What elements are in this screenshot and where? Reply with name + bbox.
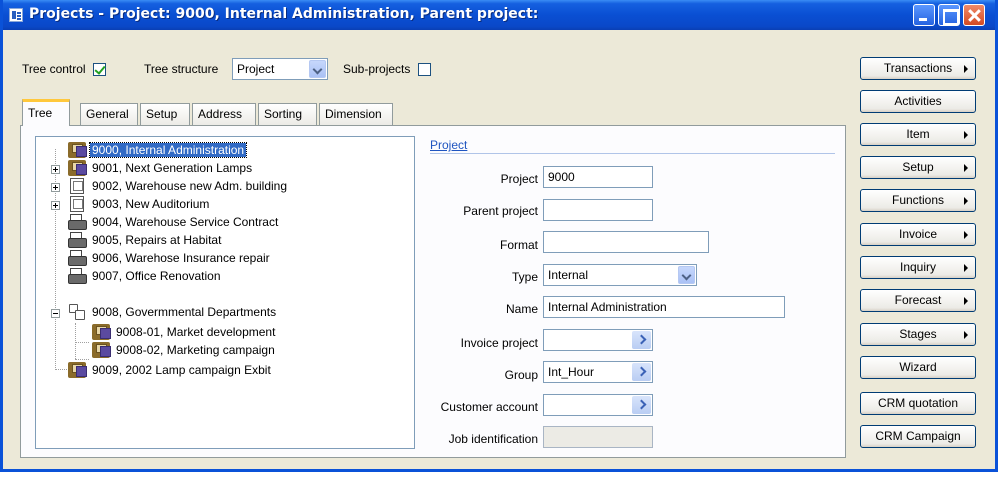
title-bar[interactable]: Projects - Project: 9000, Internal Admin…: [3, 0, 995, 30]
functions-button[interactable]: Functions: [860, 189, 976, 212]
customer-account-input[interactable]: [543, 394, 653, 416]
tree-item[interactable]: 9005, Repairs at Habitat: [68, 231, 223, 249]
tree-item[interactable]: 9008-02, Marketing campaign: [92, 341, 277, 359]
tree-item[interactable]: 9002, Warehouse new Adm. building: [68, 177, 289, 195]
setup-button[interactable]: Setup: [860, 156, 976, 179]
expand-icon[interactable]: [51, 183, 60, 192]
tab-address[interactable]: Address: [192, 103, 256, 125]
group-label: Group: [504, 368, 538, 382]
lookup-icon[interactable]: [632, 363, 651, 381]
project-group-title: Project: [430, 138, 468, 152]
name-label: Name: [505, 302, 538, 316]
project-folder-icon: [92, 324, 111, 340]
tree-item[interactable]: 9001, Next Generation Lamps: [68, 159, 254, 177]
form-icon: [9, 8, 23, 22]
group-input[interactable]: Int_Hour: [543, 361, 653, 383]
tree-connector: [75, 359, 89, 360]
expand-icon[interactable]: [51, 201, 60, 210]
tree-connector: [75, 342, 89, 343]
format-input[interactable]: [543, 231, 709, 253]
lookup-icon[interactable]: [632, 331, 651, 349]
expand-icon[interactable]: [51, 165, 60, 174]
minimize-button[interactable]: [913, 4, 935, 26]
parent-project-input[interactable]: [543, 199, 653, 221]
printer-icon: [68, 250, 87, 266]
subprojects-group: Sub-projects: [343, 58, 431, 80]
tree-item[interactable]: 9004, Warehouse Service Contract: [68, 213, 280, 231]
tree-connector: [75, 323, 76, 359]
crm-quotation-button[interactable]: CRM quotation: [860, 392, 976, 415]
document-icon: [70, 178, 84, 194]
tree-structure-value: Project: [237, 62, 275, 76]
lookup-icon[interactable]: [632, 396, 651, 414]
tree-item[interactable]: 9007, Office Renovation: [68, 267, 223, 285]
tree-item[interactable]: 9000, Internal Administration: [68, 141, 248, 159]
wizard-button[interactable]: Wizard: [860, 356, 976, 379]
tab-tree[interactable]: Tree: [22, 99, 70, 126]
collapse-icon[interactable]: [51, 309, 60, 318]
inquiry-button[interactable]: Inquiry: [860, 256, 976, 279]
transactions-button[interactable]: Transactions: [860, 57, 976, 80]
subprojects-checkbox[interactable]: [417, 63, 431, 77]
tree-item[interactable]: 9009, 2002 Lamp campaign Exbit: [68, 361, 273, 379]
job-identification-input: [543, 426, 653, 448]
name-input[interactable]: Internal Administration: [543, 296, 785, 318]
close-button[interactable]: [963, 4, 985, 26]
tree-structure-select[interactable]: Project: [232, 58, 328, 80]
invoice-button[interactable]: Invoice: [860, 223, 976, 246]
tab-setup[interactable]: Setup: [140, 103, 190, 125]
job-identification-label: Job identification: [448, 432, 538, 446]
project-label: Project: [500, 172, 538, 186]
group-divider: [430, 153, 835, 154]
tree-structure-label: Tree structure: [144, 62, 219, 76]
item-button[interactable]: Item: [860, 123, 976, 146]
project-input[interactable]: 9000: [543, 166, 653, 188]
tree-control-group: Tree control: [22, 58, 106, 80]
tree-item[interactable]: 9008-01, Market development: [92, 323, 277, 341]
tree-control-label: Tree control: [22, 62, 86, 76]
maximize-button[interactable]: [938, 4, 960, 26]
type-label: Type: [511, 270, 538, 284]
printer-icon: [68, 232, 87, 248]
tree-connector: [55, 369, 69, 370]
project-tree[interactable]: 9000, Internal Administration 9001, Next…: [35, 136, 415, 449]
stages-button[interactable]: Stages: [860, 323, 976, 346]
tree-item[interactable]: 9008, Govermmental Departments: [68, 303, 278, 321]
type-select[interactable]: Internal: [543, 264, 697, 286]
activities-button[interactable]: Activities: [860, 90, 976, 113]
window-title: Projects - Project: 9000, Internal Admin…: [29, 6, 539, 22]
invoice-project-input[interactable]: [543, 329, 653, 351]
chevron-down-icon[interactable]: [678, 266, 695, 284]
parent-project-label: Parent project: [463, 204, 538, 218]
tab-dimension[interactable]: Dimension: [319, 103, 393, 125]
project-folder-icon: [68, 142, 87, 158]
project-folder-icon: [92, 342, 111, 358]
tree-connector: [55, 149, 56, 368]
tree-item[interactable]: 9006, Warehose Insurance repair: [68, 249, 272, 267]
chevron-down-icon[interactable]: [309, 60, 326, 78]
printer-icon: [68, 214, 87, 230]
project-folder-icon: [68, 160, 87, 176]
tree-item[interactable]: 9003, New Auditorium: [68, 195, 211, 213]
document-icon: [70, 196, 84, 212]
printer-icon: [68, 268, 87, 284]
crm-campaign-button[interactable]: CRM Campaign: [860, 425, 976, 448]
subprojects-label: Sub-projects: [343, 62, 411, 76]
project-folder-icon: [68, 362, 87, 378]
tab-sorting[interactable]: Sorting: [258, 103, 317, 125]
group-icon: [68, 304, 86, 320]
forecast-button[interactable]: Forecast: [860, 289, 976, 312]
tree-control-checkbox[interactable]: [92, 63, 106, 77]
tab-general[interactable]: General: [80, 103, 138, 125]
customer-account-label: Customer account: [440, 400, 538, 414]
format-label: Format: [499, 238, 538, 252]
invoice-project-label: Invoice project: [460, 336, 538, 350]
